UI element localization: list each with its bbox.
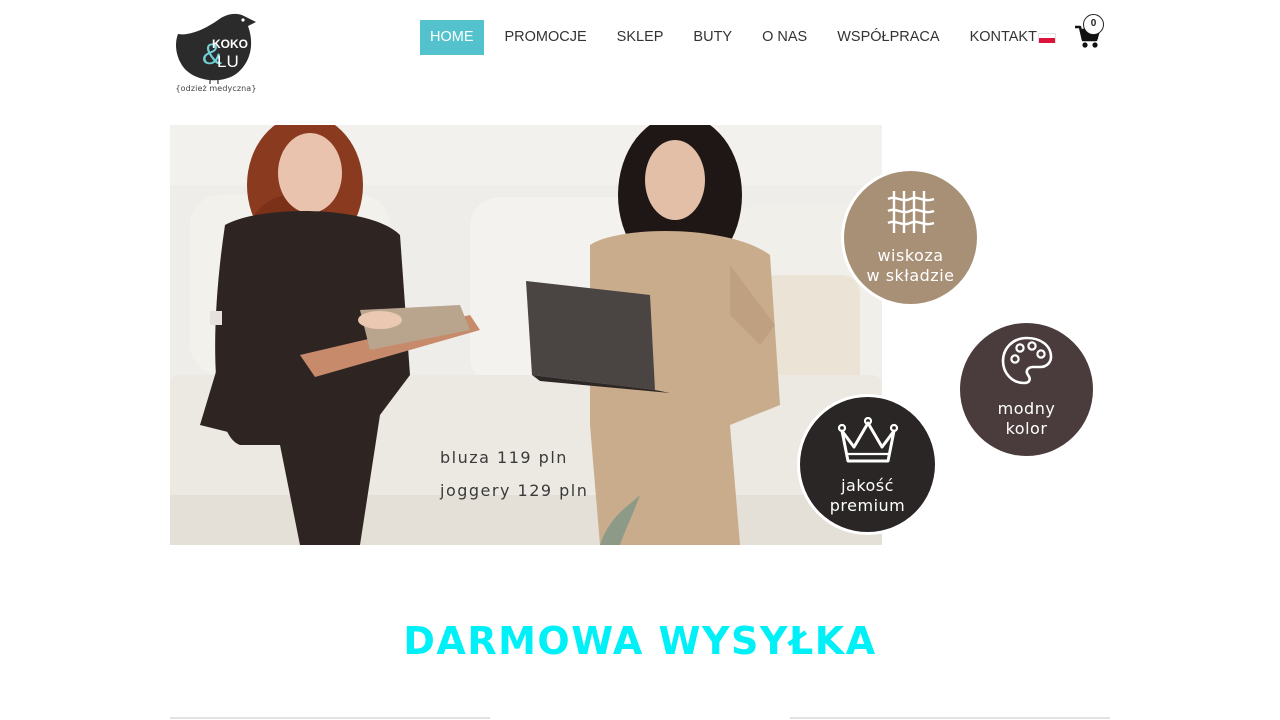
badge-viscose: wiskoza w składzie bbox=[844, 171, 977, 304]
nav-item-o-nas[interactable]: O NAS bbox=[752, 20, 817, 55]
shadow-divider-top bbox=[170, 605, 1110, 617]
poland-flag-icon[interactable] bbox=[1038, 33, 1056, 43]
shadow-divider-next bbox=[170, 717, 1110, 719]
badge-color-line2: kolor bbox=[1005, 419, 1048, 438]
logo-tagline: {odzież medyczna} bbox=[175, 84, 257, 93]
palette-icon bbox=[1001, 336, 1053, 385]
badge-quality-line2: premium bbox=[829, 496, 906, 515]
badge-color-line1: modny bbox=[997, 399, 1056, 418]
nav-item-wspolpraca[interactable]: WSPÓŁPRACA bbox=[827, 20, 949, 55]
badge-quality-line1: jakość bbox=[841, 476, 894, 495]
badge-viscose-line1: wiskoza bbox=[877, 246, 944, 265]
nav-item-home[interactable]: HOME bbox=[420, 20, 484, 55]
badge-viscose-line2: w składzie bbox=[866, 266, 955, 285]
bird-logo-icon: & KOKO LU bbox=[176, 13, 256, 84]
nav-item-buty[interactable]: BUTY bbox=[683, 20, 742, 55]
nav-item-promocje[interactable]: PROMOCJE bbox=[495, 20, 597, 55]
badge-color: modny kolor bbox=[960, 323, 1093, 456]
brand-logo[interactable]: & KOKO LU {odzież medyczna} bbox=[174, 12, 258, 98]
nav-item-sklep[interactable]: SKLEP bbox=[607, 20, 674, 55]
free-shipping-banner: DARMOWA WYSYŁKA bbox=[170, 605, 1110, 675]
crown-icon bbox=[837, 417, 899, 463]
free-shipping-text: DARMOWA WYSYŁKA bbox=[403, 619, 877, 663]
nav-item-kontakt[interactable]: KONTAKT bbox=[960, 20, 1047, 55]
price-bluza: bluza 119 pln bbox=[440, 448, 568, 467]
fabric-weave-icon bbox=[887, 191, 935, 233]
logo-bottom-text: LU bbox=[217, 52, 239, 71]
cart-count-badge[interactable]: 0 bbox=[1083, 14, 1104, 35]
badge-quality: jakość premium bbox=[800, 397, 935, 532]
price-joggery: joggery 129 pln bbox=[440, 481, 589, 500]
logo-top-text: KOKO bbox=[212, 37, 248, 51]
main-nav: HOME PROMOCJE SKLEP BUTY O NAS WSPÓŁPRAC… bbox=[420, 20, 1057, 55]
shadow-divider-bottom bbox=[170, 663, 1110, 675]
hero-banner[interactable]: bluza 119 pln joggery 129 pln bbox=[170, 125, 882, 545]
